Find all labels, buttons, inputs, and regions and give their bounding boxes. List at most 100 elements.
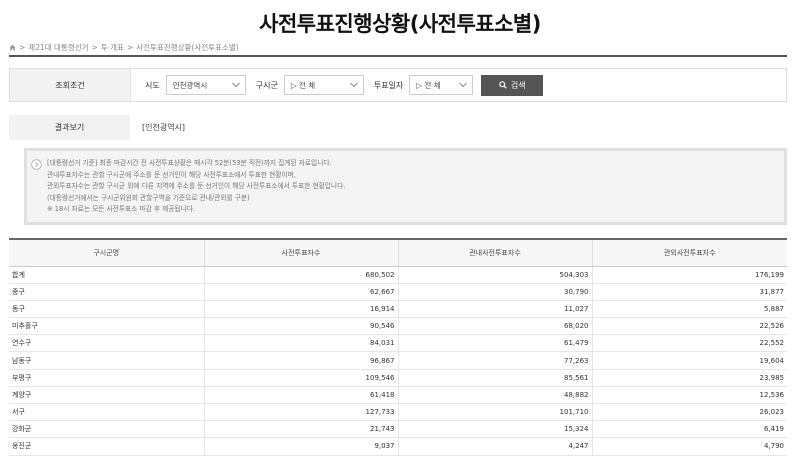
cell-district: 동구 [9,300,205,319]
chevron-down-icon [349,82,358,88]
table-row: 미추홀구 90,546 68,020 22,526 [9,317,787,336]
table-row: 합계 680,502 504,303 176,199 [9,266,787,284]
table-row: 서구 127,733 101,710 26,023 [9,403,787,422]
cell-in-district: 48,882 [398,386,593,405]
table-header-row: 구시군명 사전투표자수 관내사전투표자수 관외사전투표자수 [9,238,787,267]
gu-select[interactable]: ▷ 전 체 [283,75,364,95]
search-fields: 시도 인천광역시 구시군 ▷ 전 체 투표일자 ▷ 전 체 검색 [131,74,544,96]
gu-label: 구시군 [255,80,278,90]
breadcrumb-separator: > [19,43,26,52]
cell-total-voters: 96,867 [204,351,399,370]
table-row: 옹진군 9,037 4,247 4,790 [9,437,787,456]
cell-total-voters: 21,743 [204,420,399,439]
cell-total-voters: 680,502 [204,266,399,284]
cell-total-voters: 109,546 [204,369,399,387]
sido-select[interactable]: 인천광역시 [165,75,246,95]
breadcrumb: > 제21대 대통령선거 > 투·개표 > 사전투표진행상황(사전투표소별) [9,42,239,53]
table-row: 연수구 84,031 61,479 22,552 [9,334,787,353]
title-divider [9,55,787,57]
cell-out-district: 6,419 [592,420,787,439]
cell-in-district: 4,247 [398,437,593,456]
header-out-district-voters: 관외사전투표자수 [592,238,787,267]
date-select-value: ▷ 전 체 [416,80,441,90]
cell-out-district: 26,023 [592,403,787,422]
header-in-district-voters: 관내사전투표자수 [398,238,593,267]
breadcrumb-separator: > [126,43,134,52]
cell-total-voters: 127,733 [204,403,399,422]
cell-in-district: 30,790 [398,283,593,301]
cell-out-district: 5,887 [592,300,787,319]
chevron-right-circle-icon [31,159,42,170]
cell-district: 옹진군 [9,437,205,456]
search-section-label: 조회조건 [10,69,131,101]
notice-box: [대통령선거 기준] 최종 마감시간 전 사전투표상황은 매시각 52분(53분… [24,148,787,225]
cell-district: 합계 [9,266,205,284]
cell-district: 연수구 [9,334,205,353]
cell-in-district: 68,020 [398,317,593,336]
table-row: 동구 16,914 11,027 5,887 [9,300,787,319]
table-row: 계양구 61,418 48,882 12,536 [9,386,787,405]
cell-in-district: 61,479 [398,334,593,353]
cell-district: 서구 [9,403,205,422]
results-table: 구시군명 사전투표자수 관내사전투표자수 관외사전투표자수 합계 680,502 5… [9,238,787,456]
search-panel: 조회조건 시도 인천광역시 구시군 ▷ 전 체 투표일자 ▷ 전 체 검색 [9,68,787,102]
cell-district: 남동구 [9,351,205,370]
table-row: 부평구 109,546 85,561 23,985 [9,369,787,387]
breadcrumb-separator: > [91,43,98,52]
chevron-down-icon [459,82,468,88]
cell-out-district: 12,536 [592,386,787,405]
date-label: 투표일자 [373,80,404,90]
cell-out-district: 22,526 [592,317,787,336]
cell-district: 계양구 [9,386,205,405]
cell-total-voters: 9,037 [204,437,399,456]
breadcrumb-item-current: 사전투표진행상황(사전투표소별) [136,43,239,52]
cell-district: 미추홀구 [9,317,205,336]
cell-out-district: 31,877 [592,283,787,301]
table-row: 중구 62,667 30,790 31,877 [9,283,787,301]
breadcrumb-item-election[interactable]: 제21대 대통령선거 [28,42,88,53]
cell-total-voters: 90,546 [204,317,399,336]
cell-out-district: 23,985 [592,369,787,387]
notice-line: (대통령선거에서는 구시군위원회 관할구역을 기준으로 관내/관외를 구분) [47,193,250,202]
notice-line: [대통령선거 기준] 최종 마감시간 전 사전투표상황은 매시각 52분(53분… [47,159,332,167]
chevron-down-icon [231,82,240,88]
cell-in-district: 77,263 [398,351,593,370]
notice-line: 관외투표자수는 관할 구시군 외에 다른 지역에 주소를 둔 선거인이 해당 사… [47,182,346,190]
cell-district: 부평구 [9,369,205,387]
cell-in-district: 101,710 [398,403,593,422]
cell-in-district: 11,027 [398,300,593,319]
result-bar: 결과보기 [인천광역시] [9,115,787,140]
cell-out-district: 22,552 [592,334,787,353]
cell-district: 중구 [9,283,205,301]
cell-out-district: 176,199 [592,266,787,284]
search-icon [499,81,507,89]
header-total-voters: 사전투표자수 [204,238,399,267]
cell-in-district: 15,324 [398,420,593,439]
cell-district: 강화군 [9,420,205,439]
cell-total-voters: 16,914 [204,300,399,319]
cell-in-district: 85,561 [398,369,593,387]
home-icon[interactable] [9,44,16,51]
table-row: 강화군 21,743 15,324 6,419 [9,420,787,439]
sido-label: 시도 [145,80,160,90]
notice-line: 관내투표자수는 관할 구시군에 주소를 둔 선거인이 해당 사전투표소에서 투표… [47,170,296,179]
result-label: 결과보기 [9,115,130,140]
gu-select-value: ▷ 전 체 [290,80,316,90]
date-select[interactable]: ▷ 전 체 [409,75,474,95]
table-body: 합계 680,502 504,303 176,199 중구 62,667 30,790 31,… [9,266,787,456]
cell-out-district: 4,790 [592,437,787,456]
page-title: 사전투표진행상황(사전투표소별) [259,12,541,36]
sido-select-value: 인천광역시 [172,80,208,90]
breadcrumb-item-voting[interactable]: 투·개표 [101,42,124,53]
cell-total-voters: 84,031 [204,334,399,353]
result-value: [인천광역시] [142,123,186,132]
cell-total-voters: 62,667 [204,283,399,301]
header-district: 구시군명 [9,238,205,267]
cell-out-district: 19,604 [592,351,787,370]
cell-in-district: 504,303 [398,266,593,284]
notice-line: ※ 18시 자료는 모든 사전투표소 마감 후 제공됩니다. [47,205,196,213]
table-row: 남동구 96,867 77,263 19,604 [9,351,787,370]
search-button[interactable]: 검색 [481,74,544,96]
search-button-label: 검색 [510,80,526,90]
cell-total-voters: 61,418 [204,386,399,405]
